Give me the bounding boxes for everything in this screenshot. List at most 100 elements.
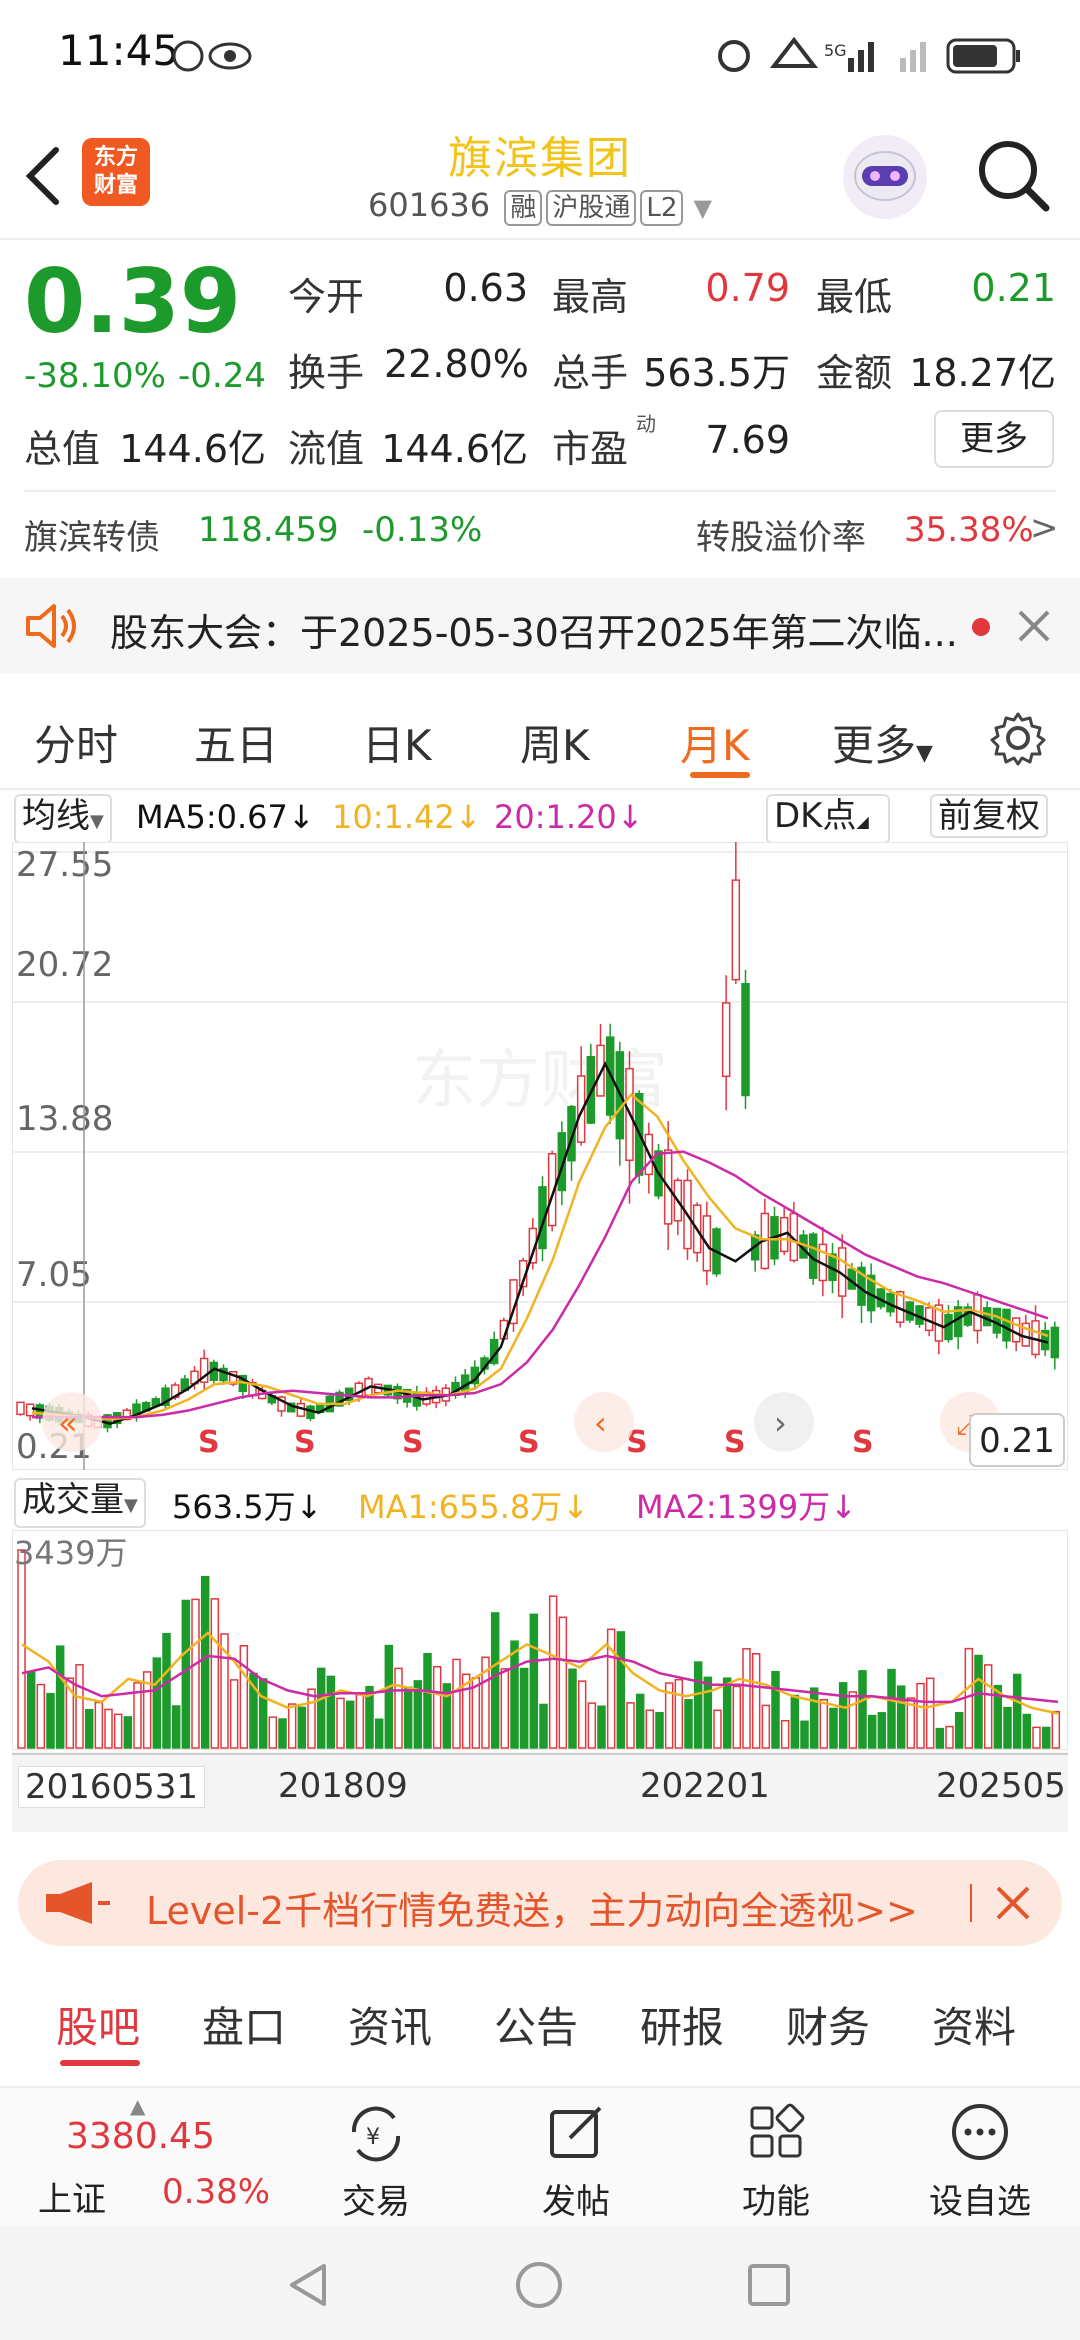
tab-more-periods[interactable]: 更多▼ bbox=[832, 712, 933, 773]
volume-bar bbox=[626, 1702, 635, 1749]
dropdown-caret-icon: ▼ bbox=[124, 1495, 138, 1516]
volume-bar bbox=[529, 1613, 539, 1749]
tab-research[interactable]: 研报 bbox=[640, 1994, 724, 2055]
tab-forum[interactable]: 股吧 bbox=[56, 1994, 140, 2055]
ma10-text: 10:1.42 bbox=[332, 798, 455, 836]
gear-icon[interactable] bbox=[990, 710, 1046, 766]
ma20-value: 20:1.20↓ bbox=[494, 798, 644, 836]
volume-bar bbox=[17, 1549, 26, 1749]
more-dots-icon bbox=[952, 2104, 1008, 2160]
volume-bar bbox=[887, 1668, 896, 1749]
volume-bar bbox=[162, 1632, 171, 1749]
high-value: 0.79 bbox=[705, 266, 790, 310]
volume-bar bbox=[123, 1716, 133, 1749]
volume-bar bbox=[925, 1677, 935, 1749]
nav-post[interactable]: 发帖 bbox=[506, 2088, 646, 2228]
low-value: 0.21 bbox=[971, 266, 1056, 310]
down-arrow-icon: ↓ bbox=[562, 1488, 590, 1526]
tab-announcements[interactable]: 公告 bbox=[494, 1994, 578, 2055]
ma-selector[interactable]: 均线▼ bbox=[14, 794, 112, 844]
volume-bar bbox=[877, 1712, 887, 1749]
volume-bar bbox=[336, 1697, 345, 1749]
volume-bar bbox=[945, 1725, 954, 1749]
tab-weekly-k[interactable]: 周K bbox=[520, 712, 590, 773]
volume-ma2-text: MA2:1399万 bbox=[636, 1488, 831, 1526]
tab-monthly-k[interactable]: 月K bbox=[680, 712, 750, 773]
svg-text:«: « bbox=[58, 1404, 78, 1442]
down-arrow-icon: ↓ bbox=[295, 1488, 323, 1526]
edit-icon bbox=[550, 2106, 602, 2158]
candle-body bbox=[1050, 1326, 1060, 1359]
volume-bar bbox=[394, 1667, 403, 1749]
tab-daily-k[interactable]: 日K bbox=[362, 712, 432, 773]
system-recents-icon[interactable] bbox=[744, 2260, 794, 2310]
volume-bar bbox=[771, 1670, 780, 1749]
dropdown-caret-icon: ▼ bbox=[916, 741, 933, 766]
volume-selector[interactable]: 成交量▼ bbox=[14, 1478, 146, 1528]
index-ticker[interactable]: ▲ 3380.45 上证 0.38% bbox=[0, 2088, 280, 2228]
level2-promo-banner[interactable]: Level-2千档行情免费送，主力动向全透视>> bbox=[18, 1860, 1062, 1946]
pe-value: 7.69 bbox=[705, 418, 790, 462]
close-icon[interactable] bbox=[1016, 608, 1052, 644]
down-arrow-icon: ↓ bbox=[616, 798, 644, 836]
volume-bar bbox=[287, 1703, 297, 1749]
price-candlestick-chart[interactable]: 东方财富 27.55 20.72 13.88 7.05 0.21 S S S S… bbox=[12, 842, 1068, 1470]
tab-intraday[interactable]: 分时 bbox=[34, 712, 118, 773]
volume-bar bbox=[94, 1701, 104, 1749]
volume-bar bbox=[500, 1668, 510, 1749]
tab-profile[interactable]: 资料 bbox=[932, 1994, 1016, 2055]
search-icon[interactable] bbox=[974, 136, 1054, 216]
caret-up-icon: ▲ bbox=[130, 2094, 146, 2118]
sell-marker: S bbox=[402, 1425, 424, 1460]
nav-trade[interactable]: ¥ 交易 bbox=[306, 2088, 446, 2228]
volume-bar bbox=[374, 1718, 384, 1749]
tab-orderbook[interactable]: 盘口 bbox=[202, 1994, 286, 2055]
robot-assistant-icon[interactable] bbox=[840, 132, 930, 222]
market-cap-value: 144.6亿 bbox=[119, 427, 266, 471]
volume-bar bbox=[848, 1691, 858, 1749]
nav-add-watchlist-label: 设自选 bbox=[929, 2182, 1031, 2222]
active-tab-indicator bbox=[690, 772, 750, 778]
sell-marker: S bbox=[294, 1425, 316, 1460]
ma-indicator-bar: 均线▼ MA5:0.67↓ 10:1.42↓ 20:1.20↓ DK点◢ 前复权 bbox=[0, 790, 1080, 844]
volume-ma1-text: MA1:655.8万 bbox=[358, 1488, 563, 1526]
index-change: 0.38% bbox=[162, 2172, 271, 2212]
volume-bar bbox=[858, 1670, 867, 1749]
volume-bar bbox=[1003, 1706, 1012, 1749]
sell-marker: S bbox=[518, 1425, 540, 1460]
volume-bar bbox=[200, 1575, 210, 1749]
volume-bar bbox=[46, 1692, 55, 1749]
volume-bar bbox=[1051, 1710, 1061, 1749]
volume-bar bbox=[297, 1706, 307, 1749]
system-home-icon[interactable] bbox=[514, 2260, 564, 2310]
sell-marker: S bbox=[198, 1425, 220, 1460]
y-tick: 7.05 bbox=[16, 1255, 92, 1295]
nav-add-watchlist[interactable]: 设自选 bbox=[910, 2088, 1050, 2228]
convertible-bond-row[interactable]: 旗滨转债 118.459 -0.13% 转股溢价率 35.38% > bbox=[0, 490, 1080, 574]
tab-financials[interactable]: 财务 bbox=[786, 1994, 870, 2055]
close-icon[interactable] bbox=[994, 1884, 1032, 1922]
volume-bar bbox=[674, 1678, 684, 1749]
adjust-button[interactable]: 前复权 bbox=[930, 794, 1048, 838]
more-quote-button[interactable]: 更多 bbox=[934, 410, 1054, 468]
tag-connect: 沪股通 bbox=[546, 190, 637, 226]
tab-five-day[interactable]: 五日 bbox=[194, 712, 278, 773]
notice-bar[interactable]: 股东大会：于2025-05-30召开2025年第二次临... bbox=[0, 578, 1080, 674]
tab-news[interactable]: 资讯 bbox=[348, 1994, 432, 2055]
speaker-icon bbox=[26, 604, 76, 648]
sell-marker: S bbox=[852, 1425, 874, 1460]
volume-bar-chart[interactable]: 3439万 bbox=[12, 1530, 1068, 1750]
dropdown-caret-icon[interactable]: ▼ bbox=[694, 194, 712, 222]
system-back-icon[interactable] bbox=[284, 2260, 334, 2310]
volume-bar bbox=[829, 1707, 838, 1749]
volume-bar bbox=[403, 1686, 413, 1749]
date-tick: 202201 bbox=[640, 1766, 770, 1806]
date-tick: 202505 bbox=[936, 1766, 1066, 1806]
volume-bar bbox=[722, 1677, 732, 1749]
dk-point-button[interactable]: DK点◢ bbox=[766, 794, 890, 844]
volume-bar bbox=[693, 1661, 703, 1749]
nav-functions[interactable]: 功能 bbox=[706, 2088, 846, 2228]
ma5-text: MA5:0.67 bbox=[136, 798, 288, 836]
pe-label: 市盈 bbox=[552, 427, 629, 471]
volume-bar bbox=[867, 1714, 877, 1749]
